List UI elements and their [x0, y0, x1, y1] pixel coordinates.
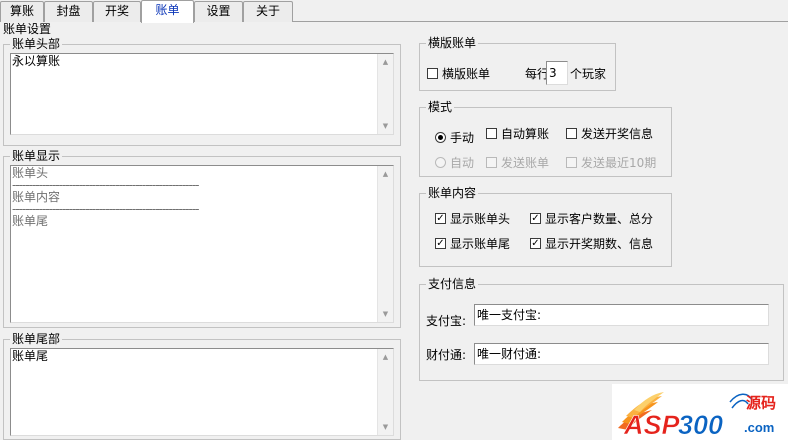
- tab-close-betting[interactable]: 封盘: [44, 1, 93, 22]
- show-header-checkbox[interactable]: ✓ 显示账单头: [435, 210, 510, 227]
- checkmark-icon: ✓: [530, 212, 541, 224]
- show-footer-checkbox[interactable]: ✓ 显示账单尾: [435, 235, 510, 252]
- bill-content-group: 账单内容 ✓ 显示账单头 ✓ 显示客户数量、总分 ✓ 显示账单尾 ✓ 显示开奖期…: [419, 186, 672, 267]
- bill-header-textarea[interactable]: 永以算账 ▲ ▼: [10, 53, 394, 135]
- send-lottery-checkbox[interactable]: 发送开奖信息: [566, 125, 653, 142]
- show-lottery-checkbox[interactable]: ✓ 显示开奖期数、信息: [530, 235, 653, 252]
- horizontal-bill-group: 横版账单 横版账单 每行: 3 个玩家: [419, 36, 616, 91]
- mode-group: 模式 手动 自动算账 发送开奖信息 自动 发送账单 发送最近10期: [419, 100, 672, 177]
- horizontal-bill-group-label: 横版账单: [426, 36, 479, 50]
- watermark-domain: .com: [744, 420, 775, 435]
- checkmark-icon: ✓: [530, 237, 541, 249]
- bill-display-group: 账单显示 账单头 -------------------------------…: [3, 149, 401, 328]
- bill-header-text: 永以算账: [12, 54, 61, 68]
- horizontal-bill-label: 横版账单: [442, 67, 491, 81]
- tenpay-label: 财付通:: [426, 348, 467, 362]
- horizontal-bill-checkbox[interactable]: 横版账单: [427, 65, 490, 82]
- players-unit-label: 个玩家: [570, 67, 607, 81]
- display-line-footer: 账单尾: [12, 214, 49, 228]
- bill-header-scrollbar[interactable]: ▲ ▼: [377, 54, 393, 134]
- tenpay-input[interactable]: 唯一财付通:: [474, 343, 769, 365]
- asp300-watermark-logo: ASP 300 源码 .com: [612, 384, 788, 440]
- tab-bar: 算账 封盘 开奖 账单 设置 关于: [0, 0, 788, 23]
- checkbox-icon: [566, 157, 577, 168]
- mode-manual-radio[interactable]: 手动: [435, 129, 474, 146]
- bill-footer-group-label: 账单尾部: [10, 332, 63, 346]
- show-customers-checkbox[interactable]: ✓ 显示客户数量、总分: [530, 210, 653, 227]
- tab-calc[interactable]: 算账: [0, 1, 44, 22]
- display-line-header: 账单头: [12, 166, 49, 180]
- checkbox-icon: [486, 157, 497, 168]
- scroll-down-icon[interactable]: ▼: [378, 306, 393, 322]
- section-title: 账单设置: [3, 22, 52, 36]
- scroll-down-icon[interactable]: ▼: [378, 118, 393, 134]
- radio-selected-icon: [435, 132, 446, 143]
- mode-auto-radio[interactable]: 自动: [435, 154, 474, 171]
- bill-display-scrollbar[interactable]: ▲ ▼: [377, 166, 393, 322]
- bill-header-group: 账单头部 永以算账 ▲ ▼: [3, 37, 401, 146]
- checkmark-icon: ✓: [435, 212, 446, 224]
- bill-footer-textarea[interactable]: 账单尾 ▲ ▼: [10, 348, 394, 436]
- checkbox-icon: [486, 128, 497, 139]
- bill-footer-scrollbar[interactable]: ▲ ▼: [377, 349, 393, 435]
- scroll-down-icon[interactable]: ▼: [378, 419, 393, 435]
- tab-bill[interactable]: 账单: [141, 0, 194, 23]
- mode-group-label: 模式: [426, 100, 455, 114]
- payment-info-group-label: 支付信息: [426, 277, 479, 291]
- bill-display-group-label: 账单显示: [10, 149, 63, 163]
- checkmark-icon: ✓: [435, 237, 446, 249]
- alipay-input[interactable]: 唯一支付宝:: [474, 304, 769, 326]
- tab-settings[interactable]: 设置: [194, 1, 243, 22]
- bill-header-group-label: 账单头部: [10, 37, 63, 51]
- per-row-input[interactable]: 3: [546, 61, 568, 85]
- alipay-label: 支付宝:: [426, 314, 467, 328]
- display-line-content: 账单内容: [12, 190, 61, 204]
- checkbox-icon: [566, 128, 577, 139]
- bill-content-group-label: 账单内容: [426, 186, 479, 200]
- radio-icon: [435, 157, 446, 168]
- scroll-up-icon[interactable]: ▲: [378, 54, 393, 70]
- bill-footer-group: 账单尾部 账单尾 ▲ ▼: [3, 332, 401, 440]
- watermark-suffix: 源码: [746, 394, 777, 412]
- tab-draw[interactable]: 开奖: [93, 1, 141, 22]
- scroll-up-icon[interactable]: ▲: [378, 166, 393, 182]
- scroll-up-icon[interactable]: ▲: [378, 349, 393, 365]
- auto-calc-checkbox[interactable]: 自动算账: [486, 125, 549, 142]
- svg-text:ASP: ASP: [623, 410, 681, 440]
- send-bill-checkbox[interactable]: 发送账单: [486, 154, 549, 171]
- bill-display-textarea[interactable]: 账单头 ------------------------------------…: [10, 165, 394, 323]
- send-recent-checkbox[interactable]: 发送最近10期: [566, 154, 656, 171]
- payment-info-group: 支付信息 支付宝: 唯一支付宝: 财付通: 唯一财付通:: [419, 277, 784, 381]
- tab-about[interactable]: 关于: [243, 1, 293, 22]
- bill-footer-text: 账单尾: [12, 349, 49, 363]
- svg-text:300: 300: [678, 410, 723, 440]
- checkbox-icon: [427, 68, 438, 79]
